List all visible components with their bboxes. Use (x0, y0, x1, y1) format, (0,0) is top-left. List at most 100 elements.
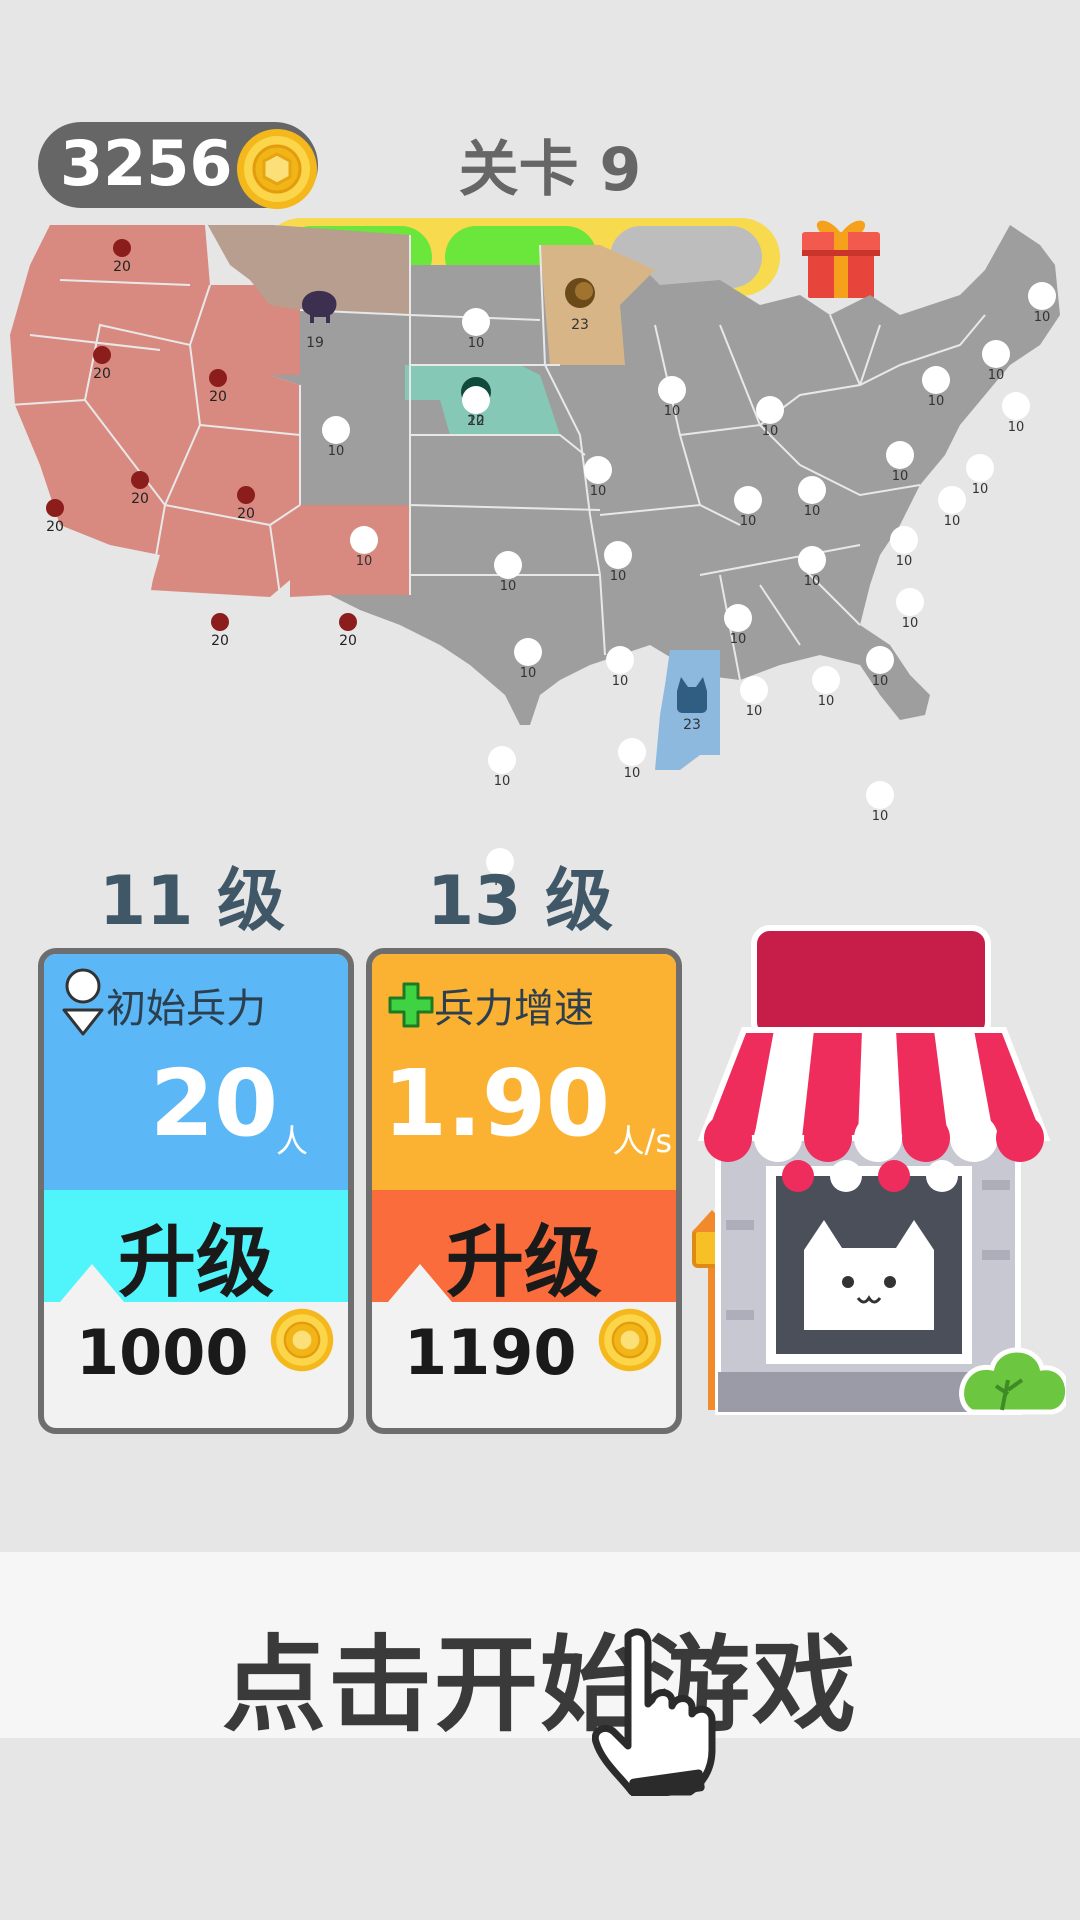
neutral-marker: 10 (982, 340, 1010, 383)
svg-text:23: 23 (571, 317, 589, 333)
level-title: 关卡 9 (458, 135, 642, 205)
svg-text:10: 10 (624, 766, 641, 781)
neutral-marker: 10 (922, 366, 950, 409)
svg-text:10: 10 (892, 469, 909, 484)
card-1-value: 20 (149, 1050, 278, 1157)
svg-text:10: 10 (590, 484, 607, 499)
map-markers: 20202020202020 20 19 23 22 23 10101010101… (46, 239, 1056, 885)
svg-text:10: 10 (1034, 310, 1051, 325)
svg-text:10: 10 (730, 632, 747, 647)
neutral-marker: 10 (740, 676, 768, 719)
svg-text:10: 10 (818, 694, 835, 709)
svg-text:10: 10 (944, 514, 961, 529)
initial-troops-card[interactable]: 初始兵力 20 人 升级 1000 (38, 948, 354, 1434)
coin-icon (237, 129, 317, 209)
neutral-marker: 10 (604, 541, 632, 584)
elephant-marker: 19 (302, 290, 337, 351)
svg-text:10: 10 (468, 414, 485, 429)
person-pin-icon (62, 968, 104, 1036)
neutral-marker: 10 (322, 416, 350, 459)
card-1-title: 初始兵力 (106, 986, 266, 1032)
troop-growth-card[interactable]: 兵力增速 1.90 人/s 升级 1190 (366, 948, 682, 1434)
monkey-marker: 20 (93, 346, 111, 382)
neutral-marker: 10 (890, 526, 918, 569)
neutral-marker: 10 (966, 454, 994, 497)
neutral-marker: 10 (938, 486, 966, 529)
upgrade-2-button[interactable]: 升级 (372, 1190, 676, 1308)
svg-text:10: 10 (972, 482, 989, 497)
svg-text:10: 10 (520, 666, 537, 681)
monkey-marker: 20 (211, 613, 229, 649)
monkey-marker: 20 (237, 486, 255, 522)
monkey-marker: 20 (46, 499, 64, 535)
card-2-value: 1.90 (383, 1050, 610, 1157)
lion-marker: 23 (565, 278, 595, 333)
neutral-marker: 10 (724, 604, 752, 647)
svg-text:10: 10 (804, 574, 821, 589)
neutral-marker: 10 (798, 546, 826, 589)
upgrade-1-button[interactable]: 升级 (44, 1190, 348, 1308)
neutral-marker: 10 (866, 781, 894, 824)
neutral-marker: 10 (350, 526, 378, 569)
neutral-marker: 10 (866, 646, 894, 689)
svg-text:20: 20 (209, 389, 227, 405)
svg-text:10: 10 (610, 569, 627, 584)
svg-text:10: 10 (328, 444, 345, 459)
cat-marker: 23 (677, 677, 707, 733)
svg-text:10: 10 (356, 554, 373, 569)
neutral-marker: 10 (1028, 282, 1056, 325)
neutral-marker: 10 (798, 476, 826, 519)
svg-text:10: 10 (1008, 420, 1025, 435)
svg-text:10: 10 (872, 674, 889, 689)
svg-text:20: 20 (131, 491, 149, 507)
monkey-marker: 20 (131, 471, 149, 507)
svg-text:10: 10 (762, 424, 779, 439)
neutral-marker: 10 (1002, 392, 1030, 435)
neutral-marker: 10 (812, 666, 840, 709)
card-2-unit: 人/s (612, 1122, 672, 1160)
monkey-marker: 20 (113, 239, 131, 275)
card-2-title: 兵力增速 (434, 986, 594, 1032)
neutral-marker: 10 (618, 738, 646, 781)
svg-text:23: 23 (683, 717, 701, 733)
neutral-marker: 10 (494, 551, 522, 594)
neutral-marker: 10 (584, 456, 612, 499)
monkey-marker: 20 (209, 369, 227, 405)
monkey-marker: 20 (339, 613, 357, 649)
svg-text:20: 20 (46, 519, 64, 535)
neutral-marker: 10 (886, 441, 914, 484)
svg-text:10: 10 (902, 616, 919, 631)
svg-text:10: 10 (740, 514, 757, 529)
shop-cat-icon[interactable] (682, 920, 1066, 1420)
neutral-marker: 10 (514, 638, 542, 681)
svg-text:10: 10 (468, 336, 485, 351)
tap-hand-icon (592, 1628, 716, 1796)
svg-text:19: 19 (306, 335, 324, 351)
svg-text:10: 10 (928, 394, 945, 409)
upgrade-2-level: 13 级 (426, 862, 614, 941)
coin-icon (598, 1308, 662, 1372)
neutral-marker: 10 (658, 376, 686, 419)
coin-icon (270, 1308, 334, 1372)
neutral-marker: 10 (488, 746, 516, 789)
neutral-marker: 10 (734, 486, 762, 529)
card-1-pointer (60, 1264, 124, 1302)
svg-text:20: 20 (211, 633, 229, 649)
svg-text:10: 10 (612, 674, 629, 689)
upgrade-1-cost: 1000 (76, 1316, 249, 1389)
svg-text:20: 20 (237, 506, 255, 522)
svg-text:10: 10 (494, 774, 511, 789)
svg-text:10: 10 (746, 704, 763, 719)
svg-text:10: 10 (500, 579, 517, 594)
neutral-marker: 10 (606, 646, 634, 689)
card-2-pointer (388, 1264, 452, 1302)
svg-text:10: 10 (896, 554, 913, 569)
svg-text:10: 10 (804, 504, 821, 519)
neutral-marker: 10 (462, 308, 490, 351)
neutral-marker: 10 (896, 588, 924, 631)
neutral-markers: 10 10 10 10 10 10 10 10 10 10 10 10 10 10 10 10 10 10 10 10… (322, 282, 1056, 885)
start-game-label: 点击开始游戏 (221, 1624, 858, 1746)
svg-text:10: 10 (664, 404, 681, 419)
upgrade-1-level: 11 级 (98, 862, 286, 941)
plus-icon (388, 982, 434, 1028)
